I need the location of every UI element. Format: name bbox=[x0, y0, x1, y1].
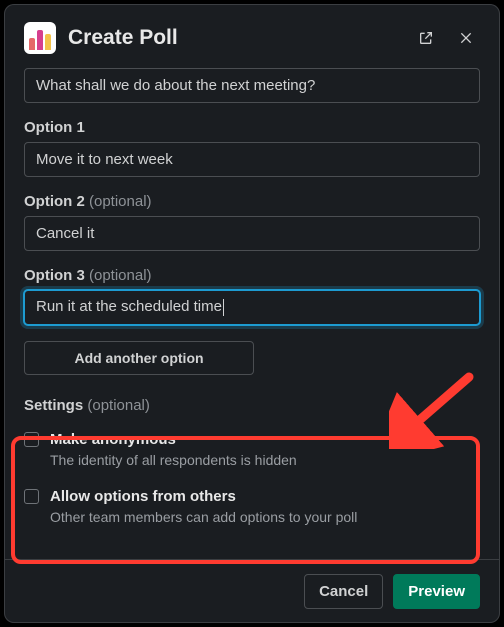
options-list: Option 1Option 2 (optional)Option 3 (opt… bbox=[24, 119, 480, 325]
add-option-button[interactable]: Add another option bbox=[24, 341, 254, 375]
option-label-text: Option 1 bbox=[24, 119, 85, 136]
modal: Create Poll Option 1Option 2 (optional)O… bbox=[4, 4, 500, 623]
settings-heading-optional: (optional) bbox=[83, 397, 150, 414]
option-label: Option 1 bbox=[24, 119, 480, 136]
setting-checkbox[interactable] bbox=[24, 432, 39, 447]
settings-heading-text: Settings bbox=[24, 397, 83, 414]
app-logo-icon bbox=[24, 22, 56, 54]
setting-title: Allow options from others bbox=[50, 487, 480, 507]
option-label-optional: (optional) bbox=[85, 267, 152, 284]
close-icon[interactable] bbox=[452, 24, 480, 52]
option-input[interactable] bbox=[24, 290, 480, 325]
option-label: Option 3 (optional) bbox=[24, 267, 480, 284]
option-input[interactable] bbox=[24, 216, 480, 251]
setting-description: Other team members can add options to yo… bbox=[50, 508, 480, 528]
setting-title: Make anonymous bbox=[50, 430, 480, 450]
question-input[interactable] bbox=[24, 68, 480, 103]
modal-footer: Cancel Preview bbox=[4, 559, 500, 623]
setting-checkbox[interactable] bbox=[24, 489, 39, 504]
settings-list: Make anonymousThe identity of all respon… bbox=[24, 424, 480, 538]
setting-description: The identity of all respondents is hidde… bbox=[50, 451, 480, 471]
option-label-optional: (optional) bbox=[85, 193, 152, 210]
setting-row: Allow options from othersOther team memb… bbox=[24, 481, 480, 538]
option-label-text: Option 2 bbox=[24, 193, 85, 210]
setting-text: Allow options from othersOther team memb… bbox=[50, 487, 480, 528]
modal-title: Create Poll bbox=[68, 26, 400, 50]
setting-row: Make anonymousThe identity of all respon… bbox=[24, 424, 480, 481]
option-label-text: Option 3 bbox=[24, 267, 85, 284]
open-external-icon[interactable] bbox=[412, 24, 440, 52]
option-label: Option 2 (optional) bbox=[24, 193, 480, 210]
cancel-button[interactable]: Cancel bbox=[304, 574, 383, 609]
modal-body: Option 1Option 2 (optional)Option 3 (opt… bbox=[4, 68, 500, 559]
option-input[interactable] bbox=[24, 142, 480, 177]
preview-button[interactable]: Preview bbox=[393, 574, 480, 609]
settings-heading: Settings (optional) bbox=[24, 397, 480, 414]
setting-text: Make anonymousThe identity of all respon… bbox=[50, 430, 480, 471]
modal-header: Create Poll bbox=[4, 4, 500, 68]
